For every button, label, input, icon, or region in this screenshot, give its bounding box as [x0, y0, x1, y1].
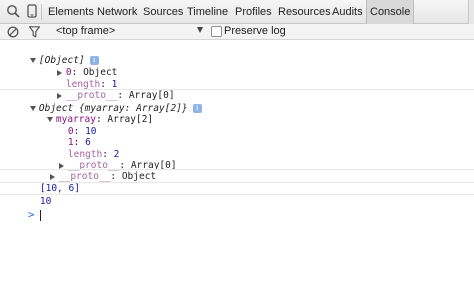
property-value: Object	[121, 171, 157, 182]
tab-profiles[interactable]: Profiles	[235, 0, 272, 24]
tab-network[interactable]: Network	[97, 0, 137, 24]
tab-bar-separator	[41, 4, 42, 20]
prompt-caret-icon: >	[27, 208, 35, 221]
device-mode-icon[interactable]	[27, 4, 37, 21]
tab-resources[interactable]: Resources	[278, 0, 331, 24]
frame-selector[interactable]: <top frame>	[56, 25, 115, 37]
tab-console[interactable]: Console	[366, 0, 415, 24]
preserve-log-label[interactable]: Preserve log	[224, 25, 286, 37]
console-output: [Object] i 0: Object length: 1 __proto__:…	[0, 41, 474, 284]
info-icon[interactable]: i	[192, 104, 202, 113]
property-value: Array[2]	[107, 114, 154, 125]
tab-audits[interactable]: Audits	[332, 0, 363, 24]
tab-sources[interactable]: Sources	[143, 0, 183, 24]
tab-timeline[interactable]: Timeline	[187, 0, 228, 24]
console-message[interactable]: [10, 6]	[17, 169, 80, 194]
preserve-log-checkbox[interactable]	[211, 26, 222, 37]
chevron-down-icon[interactable]	[197, 27, 203, 33]
filter-icon[interactable]	[28, 26, 41, 41]
message-divider	[0, 182, 474, 183]
tree-item[interactable]: __proto__: Array[0]	[34, 76, 175, 101]
number-output: 10	[39, 196, 52, 207]
tab-overflow-edge	[468, 0, 474, 24]
devtools-tab-bar: Elements Network Sources Timeline Profil…	[0, 0, 474, 24]
console-toolbar: <top frame> Preserve log	[0, 24, 474, 40]
inspect-icon[interactable]	[6, 4, 20, 21]
console-prompt[interactable]: >	[5, 194, 41, 221]
text-cursor	[39, 210, 41, 221]
tab-elements[interactable]: Elements	[48, 0, 94, 24]
message-divider	[0, 194, 474, 195]
clear-console-icon[interactable]	[7, 26, 19, 41]
